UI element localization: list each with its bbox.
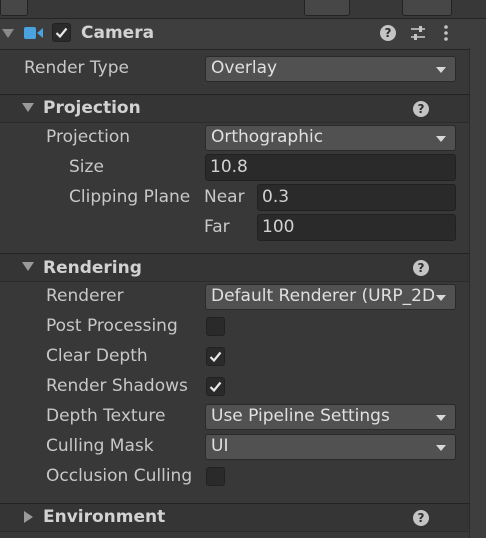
far-clip-input[interactable]: 100 (257, 214, 456, 241)
render-type-value: Overlay (211, 58, 278, 78)
foldout-expanded-icon[interactable] (22, 262, 34, 271)
foldout-expanded-icon[interactable] (22, 103, 34, 112)
component-title: Camera (81, 23, 155, 43)
depth-texture-label: Depth Texture (46, 406, 166, 426)
question-mark-icon[interactable]: ? (413, 510, 429, 526)
question-mark-icon[interactable]: ? (413, 101, 429, 117)
previous-component-button[interactable] (304, 0, 350, 16)
size-input[interactable]: 10.8 (205, 154, 456, 181)
culling-mask-label: Culling Mask (46, 436, 154, 456)
post-processing-label: Post Processing (46, 316, 178, 336)
projection-value: Orthographic (211, 127, 324, 147)
post-processing-checkbox[interactable] (206, 317, 225, 336)
clipping-plane-label: Clipping Plane (69, 187, 191, 207)
dropdown-arrow-icon (436, 445, 446, 451)
collapse-arrow-icon[interactable] (2, 29, 14, 38)
projection-section-title: Projection (43, 98, 141, 118)
renderer-label: Renderer (46, 286, 124, 306)
culling-mask-value: UI (211, 436, 229, 456)
question-mark-icon[interactable]: ? (413, 260, 429, 276)
question-mark-icon[interactable]: ? (380, 25, 396, 41)
near-label: Near (204, 187, 245, 207)
dropdown-arrow-icon (436, 295, 446, 301)
rendering-section-title: Rendering (43, 258, 142, 278)
checkmark-icon (209, 351, 222, 363)
scrollbar-gutter[interactable] (469, 48, 486, 538)
projection-label: Projection (46, 127, 131, 147)
dropdown-arrow-icon (436, 136, 446, 142)
far-label: Far (204, 217, 230, 237)
culling-mask-dropdown[interactable]: UI (205, 434, 456, 460)
previous-component-button[interactable] (0, 0, 28, 16)
clear-depth-label: Clear Depth (46, 346, 148, 366)
clear-depth-checkbox[interactable] (206, 347, 225, 366)
checkmark-icon (209, 381, 222, 393)
dropdown-arrow-icon (436, 67, 446, 73)
occlusion-culling-checkbox[interactable] (206, 467, 225, 486)
near-clip-input[interactable]: 0.3 (257, 184, 456, 211)
checkmark-icon (55, 27, 68, 39)
render-type-label: Render Type (24, 58, 129, 78)
previous-component-button[interactable] (402, 0, 452, 16)
kebab-menu-icon[interactable] (442, 24, 450, 42)
render-shadows-checkbox[interactable] (206, 377, 225, 396)
depth-texture-dropdown[interactable]: Use Pipeline Settings (205, 404, 456, 430)
environment-section-title: Environment (43, 507, 166, 527)
dropdown-arrow-icon (436, 415, 446, 421)
video-camera-icon (24, 27, 43, 39)
render-shadows-label: Render Shadows (46, 376, 188, 396)
renderer-value: Default Renderer (URP_2D (211, 286, 436, 306)
sliders-icon[interactable] (409, 24, 427, 42)
projection-dropdown[interactable]: Orthographic (205, 125, 456, 151)
render-type-dropdown[interactable]: Overlay (205, 56, 456, 82)
foldout-collapsed-icon[interactable] (24, 511, 33, 523)
camera-enabled-checkbox[interactable] (52, 23, 71, 42)
renderer-dropdown[interactable]: Default Renderer (URP_2D (205, 284, 456, 310)
depth-texture-value: Use Pipeline Settings (211, 406, 390, 426)
occlusion-culling-label: Occlusion Culling (46, 466, 193, 486)
size-label: Size (69, 157, 104, 177)
